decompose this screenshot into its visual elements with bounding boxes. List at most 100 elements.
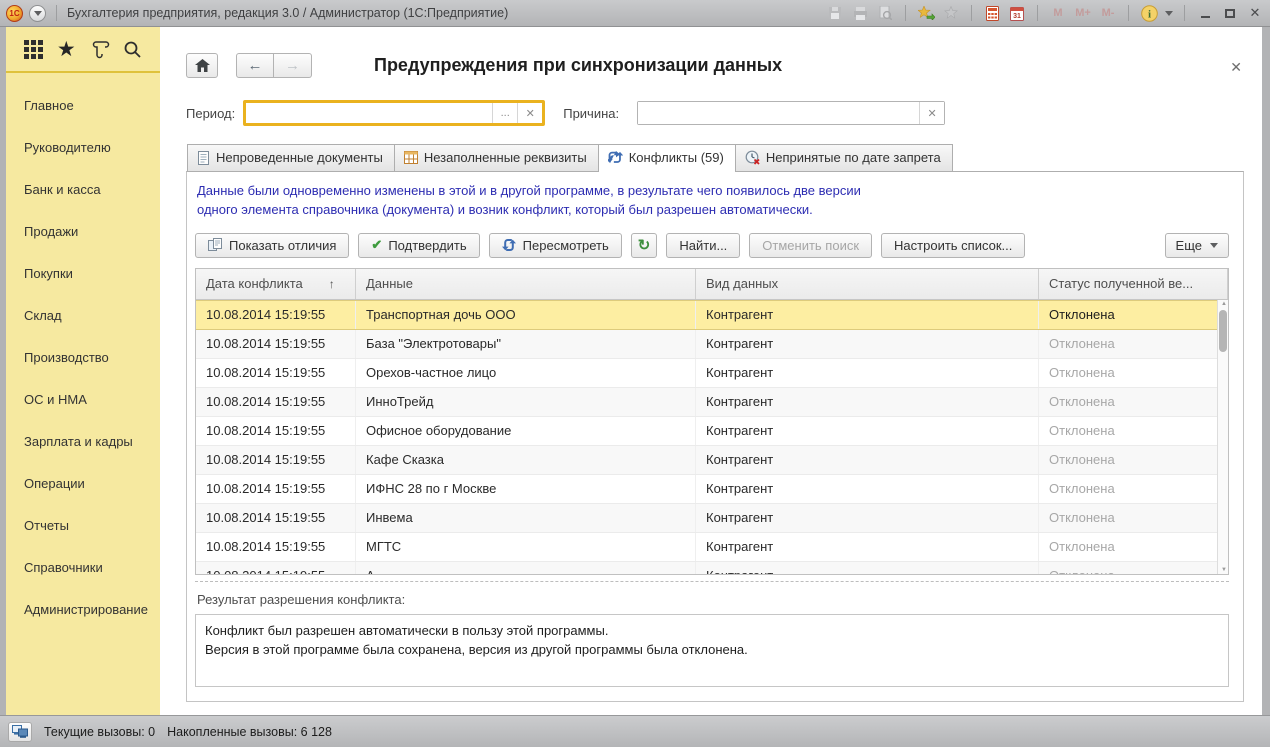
forward-button[interactable]: →	[274, 53, 312, 78]
info-icon[interactable]: i	[1140, 5, 1158, 21]
home-button[interactable]	[186, 53, 218, 78]
sections-menu-icon[interactable]	[22, 38, 44, 60]
divider	[905, 5, 906, 21]
main-menu-button[interactable]	[29, 5, 46, 22]
refresh-button[interactable]: ↻	[631, 233, 658, 258]
page-title: Предупреждения при синхронизации данных	[374, 55, 782, 76]
search-icon[interactable]	[122, 38, 144, 60]
sidebar-item[interactable]: Склад	[24, 299, 160, 332]
period-choose-button[interactable]: ...	[492, 103, 517, 123]
reason-clear-button[interactable]: ✕	[919, 102, 944, 124]
chevron-down-icon[interactable]	[1165, 11, 1173, 16]
sidebar-item[interactable]: Производство	[24, 341, 160, 374]
app-window: 1С Бухгалтерия предприятия, редакция 3.0…	[0, 0, 1270, 747]
table-row[interactable]: 10.08.2014 15:19:55ИнноТрейдКонтрагентОт…	[196, 388, 1228, 417]
tabs: Непроведенные документы Незаполненные ре…	[186, 144, 1244, 172]
memory-plus-button[interactable]: M+	[1074, 5, 1092, 21]
show-differences-button[interactable]: Показать отличия	[195, 233, 349, 258]
sidebar-item[interactable]: Главное	[24, 89, 160, 122]
sidebar-item[interactable]: Покупки	[24, 257, 160, 290]
scroll-up-icon[interactable]: ▲	[1221, 301, 1227, 307]
clear-icon: ✕	[526, 107, 535, 120]
scroll-down-icon[interactable]: ▼	[1221, 567, 1227, 573]
table-row[interactable]: 10.08.2014 15:19:55Транспортная дочь ООО…	[196, 300, 1228, 330]
sidebar-item[interactable]: Банк и касса	[24, 173, 160, 206]
main-panel: ✕ ← → Предупреждения при синхронизации д…	[160, 27, 1262, 715]
minimize-button[interactable]	[1196, 5, 1214, 21]
favorites-star-icon[interactable]: ★	[55, 38, 77, 60]
calculator-icon[interactable]	[983, 5, 1001, 21]
sidebar: ★ Главное Руководителю Банк и касса Продажи…	[6, 27, 160, 715]
table-row[interactable]: 10.08.2014 15:19:55АКонтрагентОтклонена	[196, 562, 1228, 575]
column-header-kind[interactable]: Вид данных	[696, 269, 1039, 299]
conflicts-tab-content: Данные были одновременно изменены в этой…	[186, 171, 1244, 702]
calendar-icon[interactable]: 31	[1008, 5, 1026, 21]
sidebar-item[interactable]: Операции	[24, 467, 160, 500]
review-sync-icon	[502, 238, 517, 252]
cell-date: 10.08.2014 15:19:55	[196, 475, 356, 503]
favorites-icon[interactable]	[942, 5, 960, 21]
review-button[interactable]: Пересмотреть	[489, 233, 622, 258]
period-clear-button[interactable]: ✕	[517, 103, 542, 123]
column-header-data[interactable]: Данные	[356, 269, 696, 299]
table-row[interactable]: 10.08.2014 15:19:55Кафе СказкаКонтрагент…	[196, 446, 1228, 475]
table-row[interactable]: 10.08.2014 15:19:55Офисное оборудованиеК…	[196, 417, 1228, 446]
chevron-down-icon	[34, 11, 42, 16]
cell-kind: Контрагент	[696, 417, 1039, 445]
memory-recall-button[interactable]: M	[1049, 5, 1067, 21]
back-button[interactable]: ←	[236, 53, 274, 78]
cancel-search-button[interactable]: Отменить поиск	[749, 233, 872, 258]
sidebar-item[interactable]: Администрирование	[24, 593, 160, 626]
conflicts-table: Дата конфликта↑ Данные Вид данных Статус…	[195, 268, 1229, 575]
grid-icon	[24, 40, 43, 59]
sync-conflict-icon	[608, 151, 623, 165]
tab-rejected-by-date[interactable]: Непринятые по дате запрета	[735, 144, 953, 172]
tab-unposted-documents[interactable]: Непроведенные документы	[187, 144, 394, 172]
sidebar-item[interactable]: Продажи	[24, 215, 160, 248]
column-header-date[interactable]: Дата конфликта↑	[196, 269, 356, 299]
window-title: Бухгалтерия предприятия, редакция 3.0 / …	[67, 6, 508, 20]
scrollbar-thumb[interactable]	[1219, 310, 1227, 352]
table-row[interactable]: 10.08.2014 15:19:55МГТСКонтрагентОтклоне…	[196, 533, 1228, 562]
table-row[interactable]: 10.08.2014 15:19:55База "Электротовары"К…	[196, 330, 1228, 359]
table-row[interactable]: 10.08.2014 15:19:55ИФНС 28 по г МосквеКо…	[196, 475, 1228, 504]
save-icon[interactable]	[826, 5, 844, 21]
find-button[interactable]: Найти...	[666, 233, 740, 258]
cell-date: 10.08.2014 15:19:55	[196, 330, 356, 358]
cell-status: Отклонена	[1039, 562, 1228, 575]
table-icon	[404, 151, 418, 164]
vertical-scrollbar[interactable]: ▲ ▼	[1217, 300, 1228, 574]
cell-date: 10.08.2014 15:19:55	[196, 562, 356, 575]
divider	[971, 5, 972, 21]
tab-conflicts[interactable]: Конфликты (59)	[598, 144, 735, 172]
cell-kind: Контрагент	[696, 504, 1039, 532]
print-icon[interactable]	[851, 5, 869, 21]
form-close-button[interactable]: ✕	[1230, 59, 1242, 76]
memory-minus-button[interactable]: M-	[1099, 5, 1117, 21]
svg-text:31: 31	[1013, 13, 1021, 20]
add-to-favorites-icon[interactable]	[917, 5, 935, 21]
close-button[interactable]: ✕	[1246, 5, 1264, 21]
reason-input[interactable]	[638, 102, 919, 124]
history-icon[interactable]	[89, 38, 111, 60]
sidebar-item[interactable]: Справочники	[24, 551, 160, 584]
sidebar-item[interactable]: ОС и НМА	[24, 383, 160, 416]
cell-status: Отклонена	[1039, 330, 1228, 358]
table-row[interactable]: 10.08.2014 15:19:55ИнвемаКонтрагентОткло…	[196, 504, 1228, 533]
confirm-button[interactable]: ✔ Подтвердить	[358, 233, 479, 258]
divider	[195, 581, 1229, 582]
maximize-button[interactable]	[1221, 5, 1239, 21]
sidebar-item[interactable]: Зарплата и кадры	[24, 425, 160, 458]
compare-icon	[208, 238, 223, 252]
tab-unfilled-attributes[interactable]: Незаполненные реквизиты	[394, 144, 598, 172]
cell-status: Отклонена	[1039, 475, 1228, 503]
configure-list-button[interactable]: Настроить список...	[881, 233, 1025, 258]
more-button[interactable]: Еще	[1165, 233, 1229, 258]
print-preview-icon[interactable]	[876, 5, 894, 21]
table-row[interactable]: 10.08.2014 15:19:55Орехов-частное лицоКо…	[196, 359, 1228, 388]
period-input[interactable]	[246, 103, 492, 123]
sidebar-item[interactable]: Отчеты	[24, 509, 160, 542]
sidebar-item[interactable]: Руководителю	[24, 131, 160, 164]
column-header-status[interactable]: Статус полученной ве...	[1039, 269, 1228, 299]
server-calls-icon[interactable]	[8, 722, 32, 742]
